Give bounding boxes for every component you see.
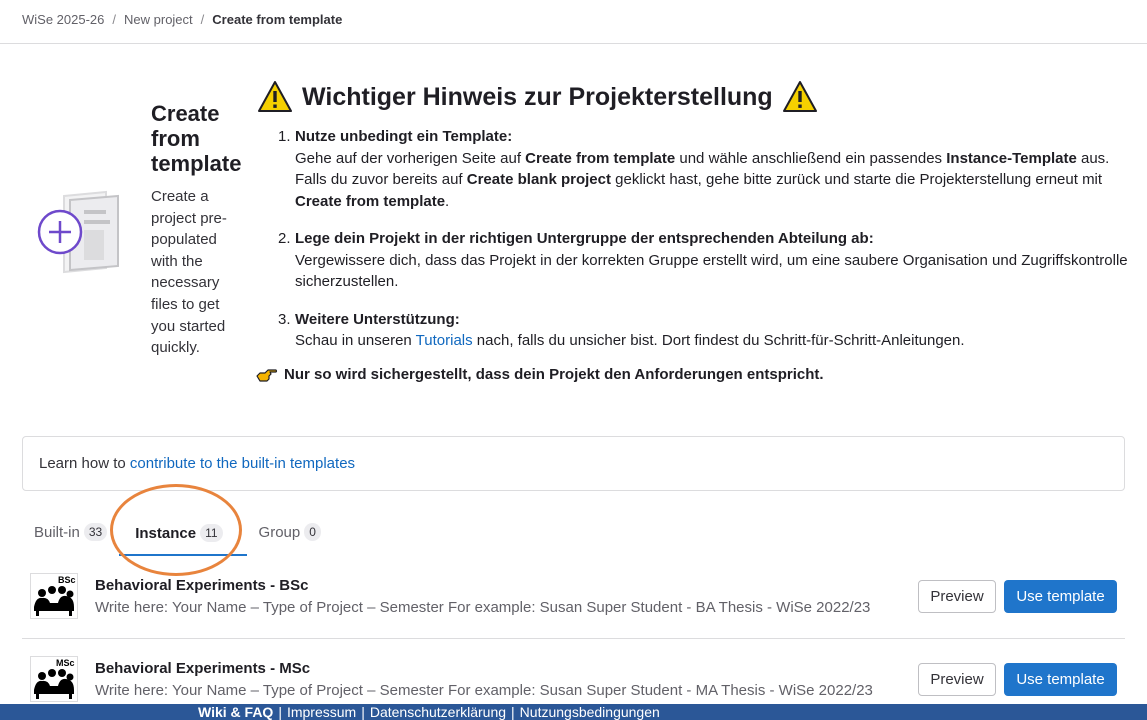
tutorials-link[interactable]: Tutorials <box>416 332 473 349</box>
step-text: geklickt hast, gehe bitte zurück und sta… <box>610 171 1103 188</box>
footer-separator: | <box>361 704 365 720</box>
template-avatar: MSc <box>30 656 78 702</box>
breadcrumb-item-new-project[interactable]: New project <box>124 12 193 27</box>
breadcrumb: WiSe 2025-26 / New project / Create from… <box>22 12 342 27</box>
step-text: . <box>445 192 450 210</box>
preview-button[interactable]: Preview <box>918 663 996 696</box>
tab-count-badge: 33 <box>83 523 108 541</box>
notice-step: 3. Weitere Unterstützung: Schau in unser… <box>278 309 1128 352</box>
step-body: Nutze unbedingt ein Template: Gehe auf d… <box>295 126 1128 212</box>
breadcrumb-current: Create from template <box>212 12 343 27</box>
page-description: Create a project pre-populated with the … <box>151 188 227 357</box>
step-emphasis: Instance-Template <box>946 149 1077 167</box>
step-text: Gehe auf der vorherigen Seite auf <box>295 149 526 167</box>
tab-label: Group <box>258 523 301 541</box>
notice-title-row: Wichtiger Hinweis zur Projekterstellung <box>258 80 817 114</box>
footer-separator: | <box>278 704 282 720</box>
footer-link-terms[interactable]: Nutzungsbedingungen <box>520 704 660 720</box>
step-text: und wähle anschließend ein passendes <box>675 149 947 167</box>
contribute-info-box: Learn how to contribute to the built-in … <box>22 436 1125 491</box>
template-badge: MSc <box>56 658 75 668</box>
notice-title: Wichtiger Hinweis zur Projekterstellung <box>302 82 773 111</box>
notice-step: 2. Lege dein Projekt in der richtigen Un… <box>278 228 1128 293</box>
step-number: 1. <box>278 128 291 145</box>
step-text: nach, falls du unsicher bist. Dort finde… <box>472 332 965 349</box>
footer-link-wiki[interactable]: Wiki & FAQ <box>198 704 273 720</box>
use-template-button[interactable]: Use template <box>1004 580 1117 613</box>
tab-count-badge: 0 <box>304 523 321 541</box>
template-badge: BSc <box>58 575 76 585</box>
notice-step: 1. Nutze unbedingt ein Template: Gehe au… <box>278 126 1128 212</box>
step-text: Vergewissere dich, dass das Projekt in d… <box>295 251 1128 291</box>
step-body: Lege dein Projekt in der richtigen Unter… <box>295 228 1128 293</box>
warning-icon <box>782 81 817 112</box>
breadcrumb-item-semester[interactable]: WiSe 2025-26 <box>22 12 104 27</box>
warning-icon <box>258 81 292 112</box>
step-heading: Lege dein Projekt in der richtigen Unter… <box>295 230 874 247</box>
final-note-text: Nur so wird sichergestellt, dass dein Pr… <box>284 366 824 383</box>
step-emphasis: Create from template <box>295 192 446 210</box>
preview-button[interactable]: Preview <box>918 580 996 613</box>
use-template-button[interactable]: Use template <box>1004 663 1117 696</box>
step-emphasis: Create blank project <box>466 171 611 188</box>
step-number: 3. <box>278 310 291 328</box>
tab-label: Built-in <box>34 523 80 541</box>
footer-link-privacy[interactable]: Datenschutzerklärung <box>370 704 506 720</box>
template-illustration-icon <box>37 190 119 274</box>
page-title: Create from template <box>151 101 242 176</box>
footer-separator: | <box>511 704 515 720</box>
step-body: Weitere Unterstützung: Schau in unseren … <box>295 309 1128 352</box>
pointing-hand-icon <box>256 368 278 382</box>
template-name: Behavioral Experiments - BSc <box>95 577 309 594</box>
breadcrumb-separator: / <box>200 12 205 27</box>
step-number: 2. <box>278 230 291 247</box>
template-avatar: BSc <box>30 573 78 619</box>
template-description: Write here: Your Name – Type of Project … <box>95 682 873 699</box>
tab-built-in[interactable]: Built-in 33 <box>22 512 119 552</box>
step-text: Schau in unseren <box>295 332 416 349</box>
step-emphasis: Create from template <box>525 149 676 167</box>
step-heading: Nutze unbedingt ein Template: <box>295 128 513 145</box>
header-divider <box>0 43 1147 44</box>
final-note: Nur so wird sichergestellt, dass dein Pr… <box>256 366 824 383</box>
tab-group[interactable]: Group 0 <box>247 512 333 552</box>
breadcrumb-separator: / <box>112 12 117 27</box>
template-name: Behavioral Experiments - MSc <box>95 660 311 677</box>
template-description: Write here: Your Name – Type of Project … <box>95 599 871 616</box>
template-row: BSc Behavioral Experiments - BSc Write h… <box>22 563 1125 639</box>
footer-bar: Wiki & FAQ | Impressum | Datenschutzerkl… <box>0 704 1147 720</box>
contribute-text: Learn how to <box>39 455 130 472</box>
notice-steps: 1. Nutze unbedingt ein Template: Gehe au… <box>278 126 1128 368</box>
footer-link-impressum[interactable]: Impressum <box>287 704 356 720</box>
contribute-link[interactable]: contribute to the built-in templates <box>130 455 355 472</box>
step-heading: Weitere Unterstützung: <box>295 310 460 328</box>
